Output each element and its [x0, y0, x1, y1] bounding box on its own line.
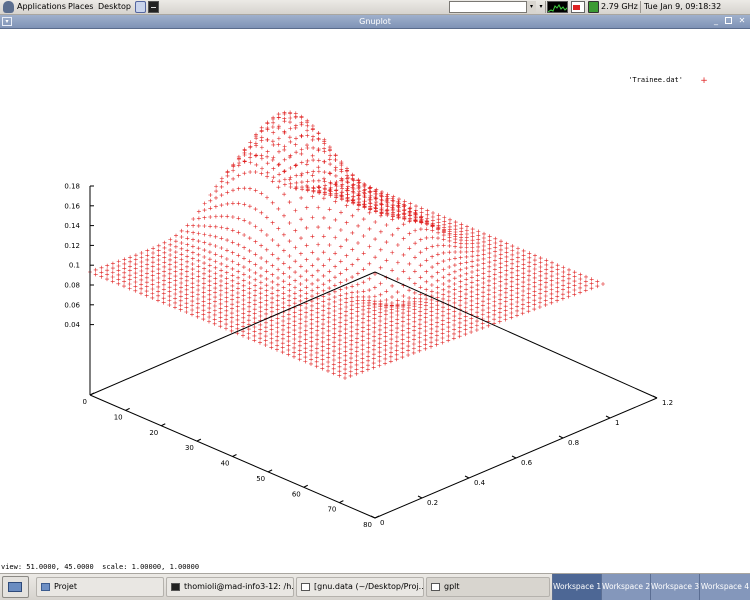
workspace-1-button[interactable]: Workspace 1 [552, 574, 601, 600]
z-tick-label: 0.06 [64, 301, 80, 309]
x-tick-label: 70 [327, 506, 336, 514]
taskbar-item-terminal[interactable]: thomioli@mad-info3-12: /h... [166, 577, 294, 597]
taskbar-item-gnu-data[interactable]: [gnu.data (~/Desktop/Proj... [296, 577, 424, 597]
monitor-graph-icon [548, 4, 567, 12]
top-panel: Applications Places Desktop ▾ ▾ 2.79 GHz… [0, 0, 750, 15]
terminal-icon [171, 582, 180, 591]
taskbar-item-label: gplt [444, 582, 460, 591]
panel-dropdown-icon[interactable]: ▾ [537, 1, 545, 13]
legend-label: 'Trainee.dat' [628, 76, 683, 84]
view-status-line: view: 51.0000, 45.0000 scale: 1.00000, 1… [1, 563, 200, 571]
x-tick-label: 80 [363, 521, 372, 529]
close-icon[interactable]: ✕ [737, 17, 747, 26]
y-tick [558, 435, 564, 439]
x-tick [303, 484, 308, 488]
z-tick-label: 0.14 [64, 222, 80, 230]
window-title: Gnuplot [359, 17, 391, 26]
window-titlebar[interactable]: ▾ Gnuplot _ ✕ [0, 15, 750, 29]
x-tick [125, 407, 130, 411]
x-tick [232, 454, 237, 457]
clock[interactable]: Tue Jan 9, 09:18:32 [644, 2, 721, 12]
places-menu[interactable]: Places [68, 2, 93, 12]
folder-icon [41, 582, 50, 591]
gnome-foot-icon[interactable] [3, 1, 14, 13]
desktop-icon [8, 582, 22, 592]
z-tick-label: 0.04 [64, 321, 80, 329]
text-editor-icon [301, 582, 310, 591]
x-tick-label: 60 [292, 490, 301, 498]
legend-symbol: + [700, 76, 708, 86]
x-tick-label: 20 [149, 429, 158, 437]
y-tick-label: 0.6 [521, 459, 533, 467]
x-tick-label: 30 [185, 444, 194, 452]
document-launcher-icon[interactable] [135, 1, 146, 13]
network-status-icon[interactable] [571, 1, 585, 13]
x-tick-label: 10 [114, 413, 123, 421]
panel-separator [640, 1, 641, 13]
search-dropdown-button[interactable]: ▾ [526, 1, 536, 13]
taskbar-item-label: thomioli@mad-info3-12: /h... [184, 582, 294, 591]
taskbar-item-projet[interactable]: Projet [36, 577, 164, 597]
battery-icon[interactable] [588, 1, 599, 13]
show-desktop-button[interactable] [2, 576, 29, 598]
desktop-menu[interactable]: Desktop [98, 2, 131, 12]
gnuplot-3d-plot[interactable]: 0.180.160.140.120.10.080.060.04010203040… [0, 30, 750, 562]
maximize-icon[interactable] [724, 17, 734, 26]
x-tick-label: 0 [83, 398, 87, 406]
search-input[interactable] [449, 1, 536, 13]
x-tick-label: 40 [221, 460, 230, 468]
y-tick [417, 495, 423, 499]
legend: 'Trainee.dat' + [628, 76, 708, 86]
y-tick-label: 1 [615, 419, 619, 427]
terminal-launcher-icon[interactable] [148, 1, 159, 13]
y-tick [464, 475, 470, 479]
x-tick [267, 469, 273, 473]
workspace-3-button[interactable]: Workspace 3 [650, 574, 699, 600]
y-tick-label: 0 [380, 519, 384, 527]
base-edge-back-right [374, 271, 658, 399]
window-icon [431, 582, 440, 591]
applications-menu[interactable]: Applications [17, 2, 66, 12]
minimize-icon[interactable]: _ [711, 17, 721, 26]
z-tick-label: 0.18 [64, 183, 80, 191]
y-tick-label: 0.2 [427, 499, 438, 507]
axis-ticks: 0.180.160.140.120.10.080.060.04010203040… [64, 183, 673, 530]
x-tick [339, 500, 344, 504]
taskbar-item-label: Projet [54, 582, 77, 591]
bottom-panel: Projet thomioli@mad-info3-12: /h... [gnu… [0, 573, 750, 600]
taskbar-item-gplt[interactable]: gplt [426, 577, 550, 597]
y-tick-label: 0.4 [474, 479, 486, 487]
z-tick-label: 0.16 [64, 202, 80, 210]
workspace-2-button[interactable]: Workspace 2 [601, 574, 650, 600]
x-tick-label: 50 [256, 475, 265, 483]
y-tick [605, 415, 611, 419]
z-tick-label: 0.1 [69, 262, 80, 270]
workspace-4-button[interactable]: Workspace 4 [699, 574, 750, 600]
system-monitor-graph[interactable] [547, 1, 568, 13]
z-tick-label: 0.12 [64, 242, 80, 250]
x-tick [196, 438, 202, 442]
y-tick [511, 455, 517, 459]
cpu-frequency-label[interactable]: 2.79 GHz [601, 2, 638, 12]
panel-separator [545, 1, 546, 13]
x-tick [161, 423, 166, 427]
z-tick-label: 0.08 [64, 282, 80, 290]
y-tick-label: 0.8 [568, 439, 579, 447]
taskbar-item-label: [gnu.data (~/Desktop/Proj... [314, 582, 424, 591]
y-tick-label: 1.2 [662, 399, 673, 407]
